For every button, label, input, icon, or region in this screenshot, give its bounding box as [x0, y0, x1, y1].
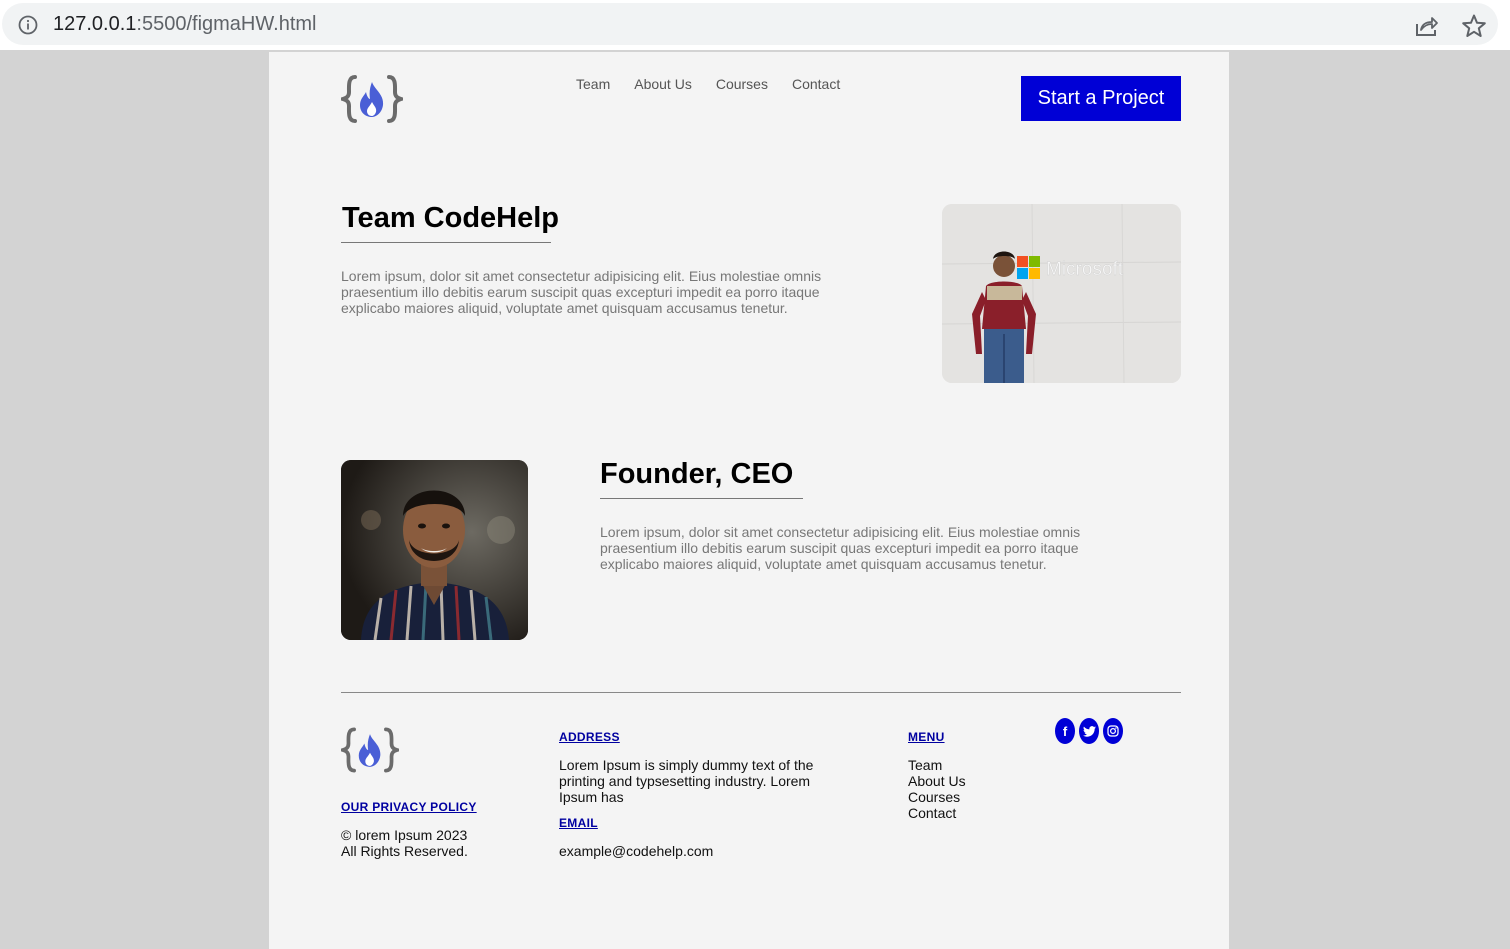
social-links: f: [1055, 718, 1123, 744]
twitter-bird-glyph: [1082, 725, 1096, 737]
share-icon[interactable]: [1413, 14, 1439, 38]
team-title-underline: [341, 242, 551, 243]
codehelp-logo[interactable]: [341, 74, 403, 124]
info-icon[interactable]: [18, 15, 38, 35]
menu-heading[interactable]: MENU: [908, 730, 945, 744]
footer-divider: [341, 692, 1181, 693]
bookmark-star-icon[interactable]: [1461, 13, 1487, 39]
email-text: example@codehelp.com: [559, 843, 714, 859]
footer-menu: Team About Us Courses Contact: [908, 757, 966, 821]
main-nav: Team About Us Courses Contact: [576, 76, 864, 92]
email-heading[interactable]: EMAIL: [559, 816, 598, 830]
copyright-block: © lorem Ipsum 2023 All Rights Reserved.: [341, 827, 501, 859]
nav-item-team[interactable]: Team: [576, 76, 610, 92]
instagram-icon[interactable]: [1103, 718, 1123, 744]
twitter-icon[interactable]: [1079, 718, 1099, 744]
nav-item-courses[interactable]: Courses: [716, 76, 768, 92]
instagram-camera-glyph: [1107, 725, 1119, 737]
team-title: Team CodeHelp: [342, 202, 560, 234]
nav-item-about-us[interactable]: About Us: [634, 76, 692, 92]
url-path: :5500/figmaHW.html: [136, 13, 317, 35]
rights-text: All Rights Reserved.: [341, 843, 468, 859]
url-host: 127.0.0.1: [53, 13, 137, 35]
founder-photo-illustration: [341, 460, 528, 640]
facebook-icon[interactable]: f: [1055, 718, 1075, 744]
url-text[interactable]: 127.0.0.1:5500/figmaHW.html: [53, 13, 317, 36]
nav-item-contact[interactable]: Contact: [792, 76, 840, 92]
founder-title: Founder, CEO: [600, 458, 794, 490]
copyright-text: © lorem Ipsum 2023: [341, 827, 468, 843]
founder-photo: [341, 460, 528, 640]
browser-toolbar: 127.0.0.1:5500/figmaHW.html: [0, 0, 1510, 50]
address-heading[interactable]: ADDRESS: [559, 730, 620, 744]
footer-menu-about-us[interactable]: About Us: [908, 773, 966, 789]
team-photo-illustration: Microsoft: [942, 204, 1181, 383]
address-bar[interactable]: 127.0.0.1:5500/figmaHW.html: [2, 3, 1498, 45]
footer-menu-team[interactable]: Team: [908, 757, 966, 773]
privacy-policy-link[interactable]: OUR PRIVACY POLICY: [341, 800, 477, 814]
page-container: Team About Us Courses Contact Start a Pr…: [269, 52, 1229, 949]
footer-menu-courses[interactable]: Courses: [908, 789, 966, 805]
start-project-button[interactable]: Start a Project: [1021, 76, 1181, 121]
founder-title-underline: [600, 498, 803, 499]
founder-description: Lorem ipsum, dolor sit amet consectetur …: [600, 524, 1081, 572]
footer-logo[interactable]: [341, 726, 399, 774]
team-description: Lorem ipsum, dolor sit amet consectetur …: [341, 268, 822, 316]
photo-sign-text: Microsoft: [1046, 259, 1124, 280]
team-photo: Microsoft: [942, 204, 1181, 383]
address-text: Lorem Ipsum is simply dummy text of the …: [559, 757, 814, 805]
footer-menu-contact[interactable]: Contact: [908, 805, 966, 821]
